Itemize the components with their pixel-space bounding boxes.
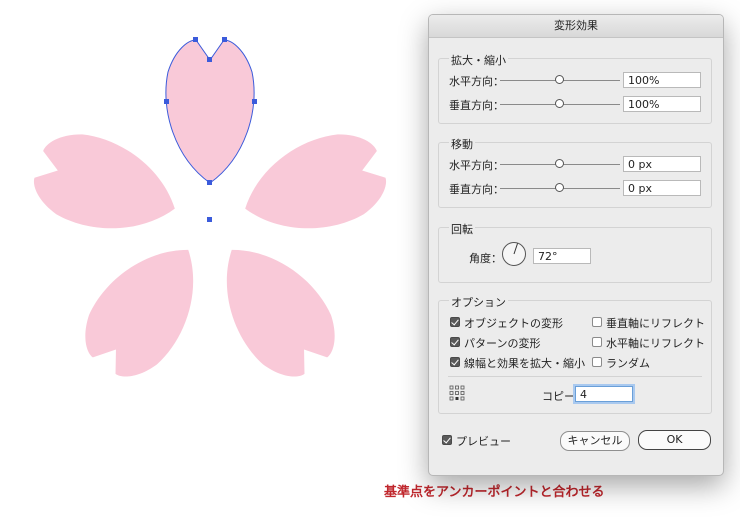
angle-input[interactable]: 72° bbox=[533, 248, 591, 264]
sakura-flower bbox=[25, 40, 395, 392]
angle-dial-icon[interactable] bbox=[501, 241, 527, 267]
random-checkbox[interactable] bbox=[592, 357, 602, 367]
copies-label: コピー bbox=[542, 390, 575, 403]
ok-button[interactable]: OK bbox=[638, 430, 711, 450]
scale-vertical-slider-knob[interactable] bbox=[555, 99, 564, 108]
scale-horizontal-slider-knob[interactable] bbox=[555, 75, 564, 84]
petal-4[interactable] bbox=[68, 224, 224, 392]
reference-point-locator-icon[interactable] bbox=[449, 385, 465, 401]
dialog-title: 変形効果 bbox=[429, 15, 723, 38]
scale-horizontal-label: 水平方向： bbox=[449, 75, 504, 88]
options-group-label: オプション bbox=[449, 294, 508, 310]
angle-label: 角度： bbox=[469, 252, 502, 265]
copies-input[interactable]: 4 bbox=[575, 386, 633, 402]
move-vertical-input[interactable]: 0 px bbox=[623, 180, 701, 196]
rotate-group-label: 回転 bbox=[449, 221, 475, 237]
scale-group-label: 拡大・縮小 bbox=[449, 52, 508, 68]
scale-strokes-label: 線幅と効果を拡大・縮小 bbox=[464, 357, 585, 370]
move-horizontal-input[interactable]: 0 px bbox=[623, 156, 701, 172]
move-horizontal-slider-knob[interactable] bbox=[555, 159, 564, 168]
annotation-caption: 基準点をアンカーポイントと合わせる bbox=[384, 485, 605, 500]
transform-patterns-checkbox[interactable] bbox=[450, 337, 460, 347]
scale-vertical-label: 垂直方向： bbox=[449, 99, 504, 112]
transform-objects-label: オブジェクトの変形 bbox=[464, 317, 563, 330]
reflect-vertical-checkbox[interactable] bbox=[592, 317, 602, 327]
move-vertical-label: 垂直方向： bbox=[449, 183, 504, 196]
move-vertical-slider-knob[interactable] bbox=[555, 183, 564, 192]
petal-3[interactable] bbox=[196, 224, 352, 392]
transform-patterns-label: パターンの変形 bbox=[464, 337, 541, 350]
move-group bbox=[438, 142, 712, 208]
preview-label: プレビュー bbox=[456, 435, 511, 448]
random-label: ランダム bbox=[606, 357, 650, 370]
transform-effect-dialog: 変形効果 拡大・縮小 水平方向： 100% 垂直方向： 100% 移動 水平方向… bbox=[428, 14, 724, 476]
scale-horizontal-input[interactable]: 100% bbox=[623, 72, 701, 88]
petal-5[interactable] bbox=[25, 122, 189, 251]
options-divider bbox=[448, 376, 702, 377]
petal-2[interactable] bbox=[231, 122, 395, 251]
reflect-horizontal-label: 水平軸にリフレクト bbox=[606, 337, 705, 350]
scale-strokes-checkbox[interactable] bbox=[450, 357, 460, 367]
transform-objects-checkbox[interactable] bbox=[450, 317, 460, 327]
reflect-horizontal-checkbox[interactable] bbox=[592, 337, 602, 347]
scale-vertical-input[interactable]: 100% bbox=[623, 96, 701, 112]
cancel-button[interactable]: キャンセル bbox=[560, 431, 630, 451]
move-horizontal-label: 水平方向： bbox=[449, 159, 504, 172]
preview-checkbox[interactable] bbox=[442, 435, 452, 445]
reflect-vertical-label: 垂直軸にリフレクト bbox=[606, 317, 705, 330]
move-group-label: 移動 bbox=[449, 136, 475, 152]
